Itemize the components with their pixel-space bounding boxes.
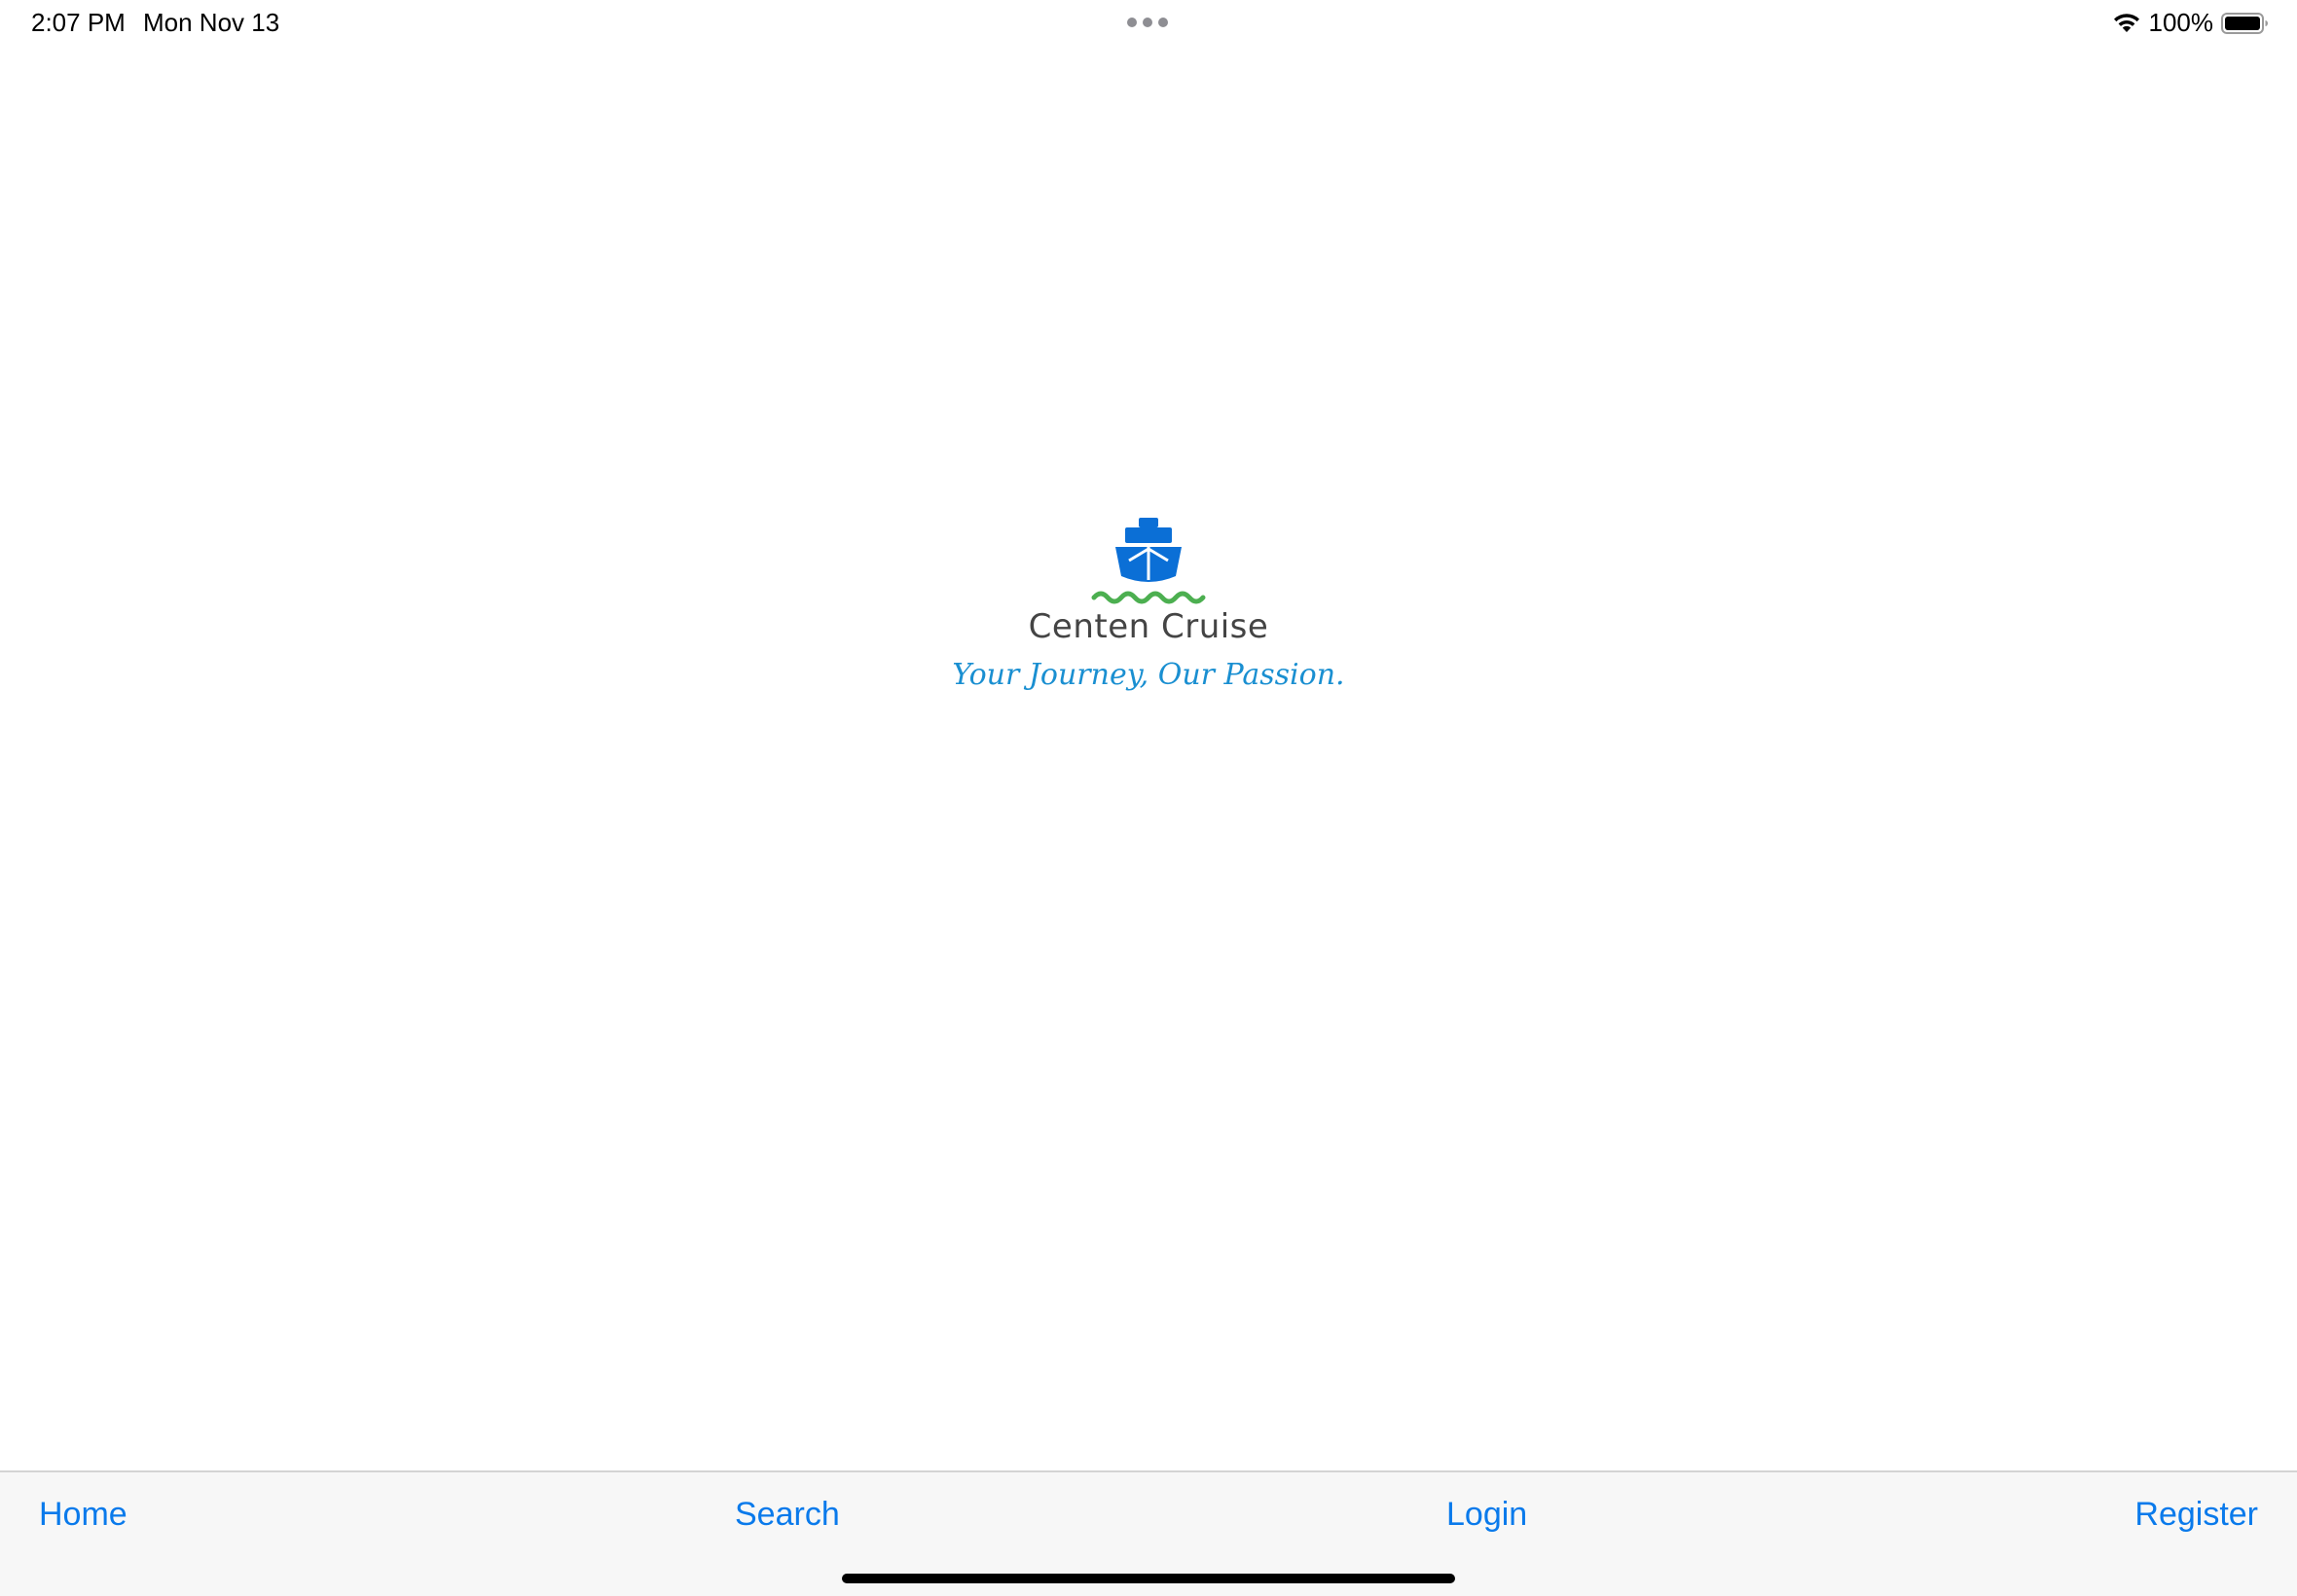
dot xyxy=(1158,18,1168,27)
status-indicators: 100% xyxy=(2112,8,2271,38)
status-date: Mon Nov 13 xyxy=(143,8,280,37)
home-indicator[interactable] xyxy=(842,1574,1455,1583)
nav-register-link[interactable]: Register xyxy=(2134,1496,2258,1534)
nav-login-link[interactable]: Login xyxy=(1446,1496,1527,1534)
ship-icon xyxy=(1090,516,1207,614)
app-screen: 2:07 PM Mon Nov 13 100% Centen Cruise Yo… xyxy=(0,0,2297,1596)
brand-tagline: Your Journey, Our Passion. xyxy=(952,658,1345,692)
bottom-nav-bar: Home Search Login Register xyxy=(0,1470,2297,1596)
battery-icon xyxy=(2221,12,2270,35)
nav-home-link[interactable]: Home xyxy=(39,1496,128,1534)
brand-name: Centen Cruise xyxy=(1028,607,1269,646)
app-logo: Centen Cruise Your Journey, Our Passion. xyxy=(952,506,1345,710)
wifi-icon xyxy=(2112,12,2141,35)
status-bar: 2:07 PM Mon Nov 13 100% xyxy=(0,0,2297,47)
status-time: 2:07 PM xyxy=(31,8,126,37)
nav-search-link[interactable]: Search xyxy=(735,1496,840,1534)
dot xyxy=(1143,18,1152,27)
battery-percentage: 100% xyxy=(2148,8,2214,37)
dot xyxy=(1127,18,1137,27)
multitask-dots-icon[interactable] xyxy=(1127,18,1168,27)
